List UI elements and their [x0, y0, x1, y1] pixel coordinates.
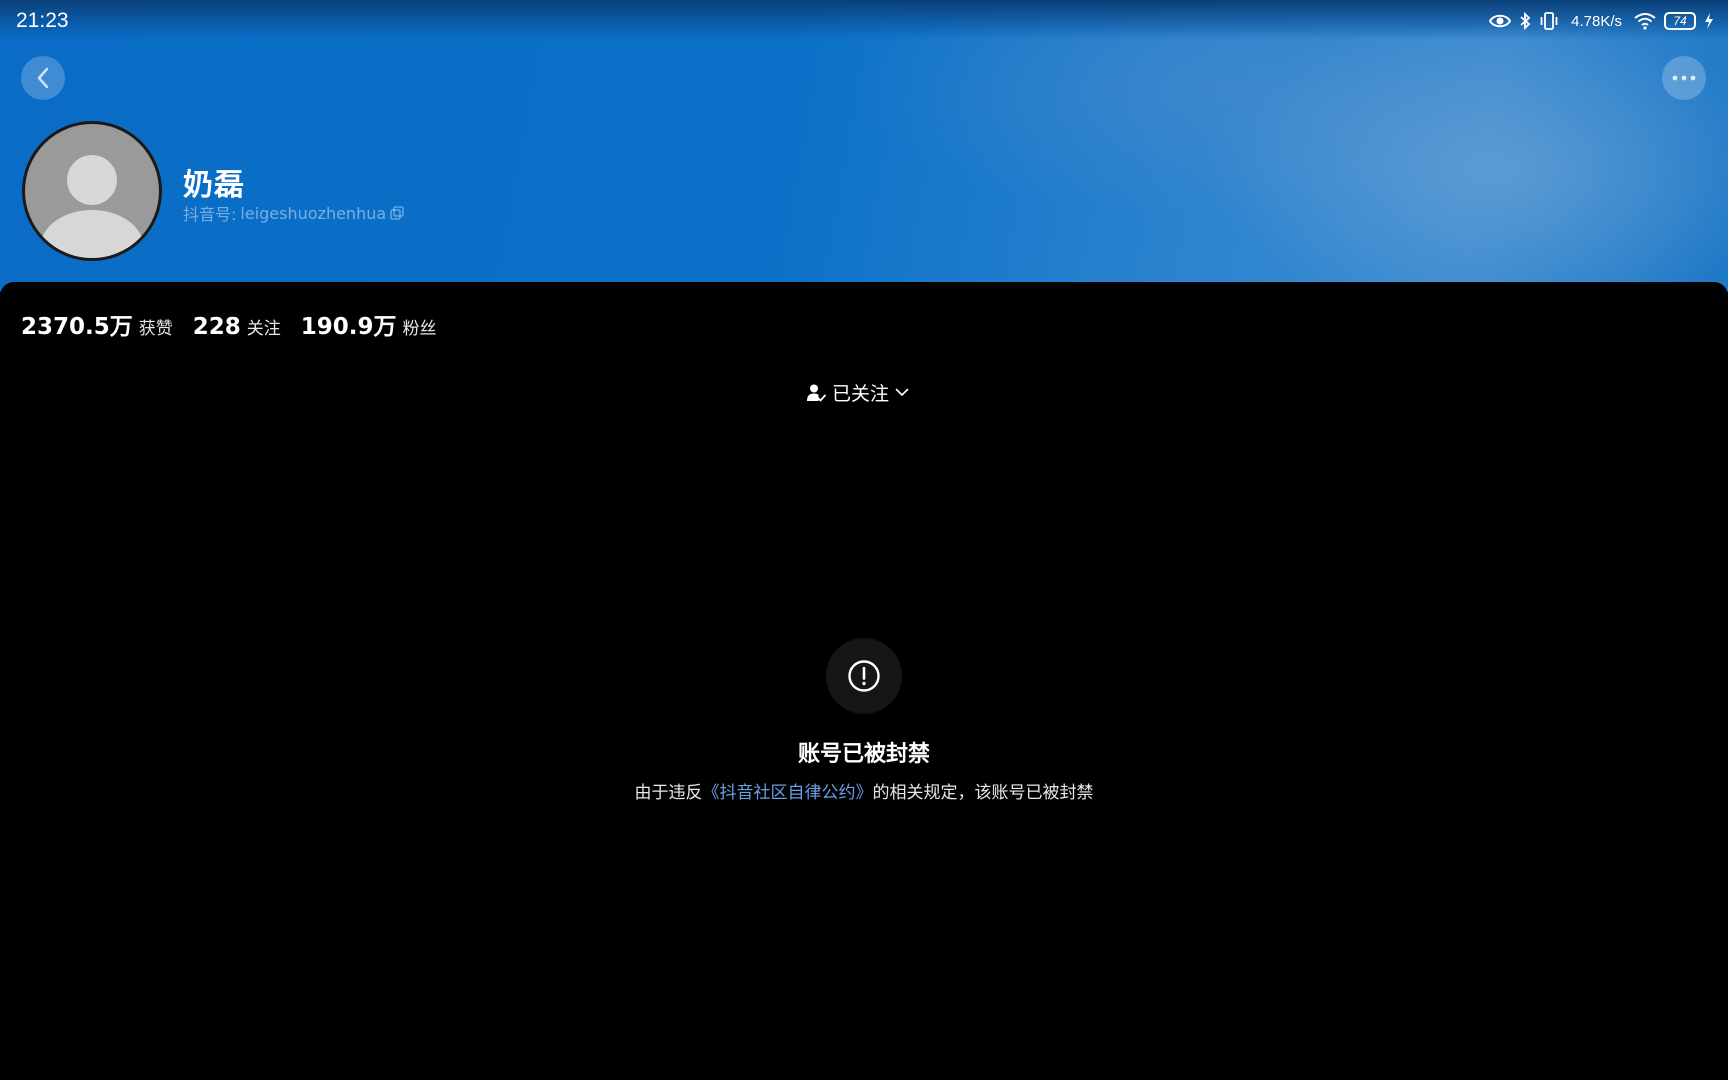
alert-circle-icon	[848, 660, 880, 692]
status-bar	[0, 0, 1728, 40]
back-button[interactable]	[21, 56, 65, 100]
stat-likes[interactable]: 2370.5万 获赞	[21, 307, 173, 341]
wifi-icon	[1634, 12, 1656, 30]
followed-label: 已关注	[832, 383, 890, 405]
stat-followers[interactable]: 190.9万 粉丝	[301, 307, 437, 341]
charging-icon	[1705, 13, 1713, 29]
network-speed: 4.78K/s	[1571, 12, 1622, 30]
stat-value: 228	[192, 314, 241, 340]
user-check-icon	[807, 384, 826, 401]
douyin-id-label: 抖音号:	[183, 205, 237, 224]
profile-screen: 21:23 4.78K/s 74 奶磊 抖音号: leigeshuozhenhu…	[0, 0, 1728, 1080]
bluetooth-icon	[1520, 12, 1531, 30]
stat-value: 190.9万	[300, 314, 397, 340]
stat-label: 获赞	[138, 319, 173, 339]
banned-description: 由于违反《抖音社区自律公约》的相关规定，该账号已被封禁	[0, 778, 1728, 803]
avatar[interactable]	[22, 121, 162, 261]
followed-button[interactable]: 已关注	[806, 379, 909, 406]
stat-label: 关注	[246, 319, 281, 339]
battery-icon: 74	[1664, 12, 1696, 30]
vibrate-icon	[1540, 12, 1558, 30]
stats-row: 2370.5万 获赞 228 关注 190.9万 粉丝	[21, 307, 437, 341]
more-horizontal-icon	[1672, 75, 1696, 81]
status-time: 21:23	[16, 9, 69, 32]
stat-value: 2370.5万	[21, 314, 133, 340]
chevron-down-icon	[895, 388, 909, 396]
banned-desc-before: 由于违反	[634, 783, 703, 803]
douyin-id-value: leigeshuozhenhua	[240, 203, 387, 223]
alert-icon-container	[826, 638, 902, 714]
community-convention-link[interactable]: 《抖音社区自律公约》	[703, 783, 873, 803]
stat-label: 粉丝	[402, 319, 437, 339]
banned-desc-after: 的相关规定，该账号已被封禁	[872, 783, 1094, 803]
status-icons: 4.78K/s 74	[1489, 10, 1714, 32]
default-avatar-icon	[40, 155, 144, 258]
douyin-id-row[interactable]: 抖音号: leigeshuozhenhua	[183, 201, 404, 225]
eye-icon	[1489, 14, 1512, 28]
copy-icon[interactable]	[390, 206, 404, 220]
battery-level: 74	[1673, 14, 1687, 28]
profile-name: 奶磊	[183, 168, 245, 203]
more-button[interactable]	[1662, 56, 1706, 100]
stat-following[interactable]: 228 关注	[193, 314, 281, 340]
banned-title: 账号已被封禁	[797, 742, 930, 767]
profile-header-background	[0, 0, 1728, 292]
chevron-left-icon	[37, 67, 49, 89]
